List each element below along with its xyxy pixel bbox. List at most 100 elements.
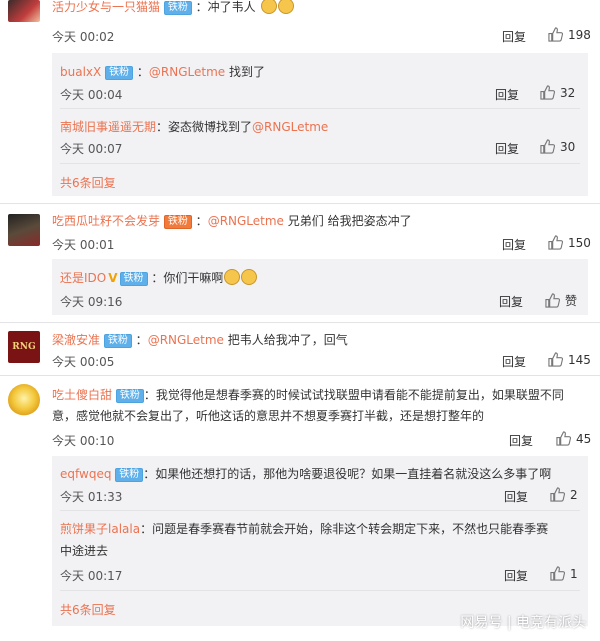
thumb-up-icon bbox=[548, 352, 563, 367]
fan-badge: 铁粉 bbox=[105, 66, 134, 80]
mention-link[interactable]: @RNGLetme bbox=[149, 65, 225, 79]
like-count: 198 bbox=[568, 28, 591, 42]
reply-line: 南城旧事遥遥无期：姿态微博找到了@RNGLetme bbox=[60, 118, 328, 135]
like-button[interactable]: 45 bbox=[556, 431, 591, 446]
reply-button[interactable]: 回复 bbox=[502, 353, 526, 370]
like-button[interactable]: 198 bbox=[548, 27, 591, 42]
reply-button[interactable]: 回复 bbox=[504, 567, 528, 584]
timestamp: 今天 00:10 bbox=[52, 434, 115, 448]
comment-text: ：我觉得他是想春季赛的时候试试找联盟申请看能不能提前复出，如果联盟不同 bbox=[143, 388, 564, 402]
thumb-up-icon bbox=[556, 431, 571, 446]
like-button[interactable]: 145 bbox=[548, 352, 591, 367]
username[interactable]: bualxX bbox=[60, 65, 101, 79]
separator: ： bbox=[135, 333, 148, 347]
like-count: 30 bbox=[560, 140, 576, 154]
comment-text: ：冲了韦人 bbox=[195, 0, 256, 14]
divider bbox=[0, 322, 600, 323]
divider bbox=[0, 203, 600, 204]
comment-line: 梁澈安准 铁粉 ：@RNGLetme 把韦人给我冲了，回气 bbox=[52, 331, 348, 348]
thumb-up-icon bbox=[540, 85, 555, 100]
reply-text: 找到了 bbox=[228, 65, 265, 79]
divider bbox=[60, 510, 580, 511]
avatar[interactable] bbox=[8, 0, 40, 22]
like-count: 150 bbox=[568, 236, 591, 250]
reply-button[interactable]: 回复 bbox=[495, 140, 519, 157]
like-label: 赞 bbox=[565, 294, 578, 308]
comment-text-continued: 意，感觉他就不会复出了，听他这话的意思并不想夏季赛打半截，还是想打整年的 bbox=[52, 409, 485, 423]
reply-body: 煎饼果子lalala：问题是春季赛春节前就会开始，除非这个转会期定下来，不然也只… bbox=[60, 518, 580, 562]
avatar-logo-text: RNG bbox=[12, 342, 36, 352]
mention-link[interactable]: @RNGLetme bbox=[148, 333, 224, 347]
avatar[interactable] bbox=[8, 384, 40, 416]
timestamp: 今天 00:05 bbox=[52, 355, 115, 369]
comment-line: 吃西瓜吐籽不会发芽 铁粉 ：@RNGLetme 兄弟们 给我把姿态冲了 bbox=[52, 212, 412, 229]
fan-badge: 铁粉 bbox=[163, 1, 192, 15]
timestamp: 今天 09:16 bbox=[60, 295, 123, 309]
comment-body: 吃土傻白甜 铁粉 ：我觉得他是想春季赛的时候试试找联盟申请看能不能提前复出，如果联… bbox=[52, 385, 592, 427]
emoji-icon bbox=[224, 269, 241, 285]
thumb-up-icon bbox=[550, 487, 565, 502]
verified-icon: V bbox=[108, 271, 118, 285]
separator: ： bbox=[136, 65, 149, 79]
comment-text: 把韦人给我冲了，回气 bbox=[227, 333, 348, 347]
emoji-icon bbox=[241, 269, 258, 285]
like-count: 45 bbox=[576, 432, 592, 446]
username[interactable]: 吃土傻白甜 bbox=[52, 388, 112, 402]
comment-line: 活力少女与一只猫猫 铁粉 ：冲了韦人 bbox=[52, 0, 294, 15]
username[interactable]: 活力少女与一只猫猫 bbox=[52, 0, 160, 14]
username[interactable]: 吃西瓜吐籽不会发芽 bbox=[52, 214, 160, 228]
like-button[interactable]: 32 bbox=[540, 85, 575, 100]
divider bbox=[60, 108, 580, 109]
username[interactable]: 南城旧事遥遥无期 bbox=[60, 120, 156, 134]
mention-link[interactable]: @RNGLetme bbox=[252, 120, 328, 134]
like-button[interactable]: 赞 bbox=[545, 292, 577, 309]
comment-line: 吃土傻白甜 铁粉 ：我觉得他是想春季赛的时候试试找联盟申请看能不能提前复出，如果联… bbox=[52, 385, 592, 406]
timestamp: 今天 00:02 bbox=[52, 30, 115, 44]
reply-line: 还是IDO V 铁粉 ：你们干嘛啊 bbox=[60, 269, 258, 286]
separator: ： bbox=[195, 214, 208, 228]
timestamp: 今天 00:17 bbox=[60, 569, 123, 583]
timestamp: 今天 00:01 bbox=[52, 238, 115, 252]
username[interactable]: 煎饼果子lalala bbox=[60, 522, 140, 536]
thumb-up-icon bbox=[540, 139, 555, 154]
like-count: 2 bbox=[570, 488, 578, 502]
like-button[interactable]: 150 bbox=[548, 235, 591, 250]
mention-link[interactable]: @RNGLetme bbox=[208, 214, 284, 228]
avatar[interactable] bbox=[8, 214, 40, 246]
like-count: 145 bbox=[568, 353, 591, 367]
reply-line: bualxX 铁粉 ：@RNGLetme 找到了 bbox=[60, 63, 265, 80]
comment-text: 兄弟们 给我把姿态冲了 bbox=[287, 214, 412, 228]
reply-line: eqfwqeq 铁粉 ：如果他还想打的话，那他为啥要退役呢？如果一直挂着名就没这么… bbox=[60, 465, 551, 482]
like-button[interactable]: 30 bbox=[540, 139, 575, 154]
username[interactable]: 梁澈安准 bbox=[52, 333, 100, 347]
reply-text-continued: 中途进去 bbox=[60, 544, 109, 558]
thumb-up-icon bbox=[548, 235, 563, 250]
reply-button[interactable]: 回复 bbox=[502, 236, 526, 253]
fan-badge: 铁粉 bbox=[119, 272, 148, 286]
view-more-replies-link[interactable]: 共6条回复 bbox=[60, 174, 116, 191]
username[interactable]: 还是IDO bbox=[60, 271, 106, 285]
reply-button[interactable]: 回复 bbox=[502, 28, 526, 45]
reply-text: 姿态微博找到了 bbox=[168, 120, 253, 134]
view-more-replies-link[interactable]: 共6条回复 bbox=[60, 601, 116, 618]
emoji-icon bbox=[277, 0, 294, 14]
reply-button[interactable]: 回复 bbox=[504, 488, 528, 505]
divider bbox=[0, 375, 600, 376]
reply-text: ：如果他还想打的话，那他为啥要退役呢？如果一直挂着名就没这么多事了啊 bbox=[143, 467, 552, 481]
like-count: 1 bbox=[570, 567, 578, 581]
like-button[interactable]: 1 bbox=[550, 566, 578, 581]
fan-badge: 铁粉 bbox=[115, 389, 144, 403]
username[interactable]: eqfwqeq bbox=[60, 467, 111, 481]
like-count: 32 bbox=[560, 86, 576, 100]
reply-button[interactable]: 回复 bbox=[499, 293, 523, 310]
like-button[interactable]: 2 bbox=[550, 487, 578, 502]
avatar[interactable]: RNG bbox=[8, 331, 40, 363]
reply-button[interactable]: 回复 bbox=[495, 86, 519, 103]
reply-button[interactable]: 回复 bbox=[509, 432, 533, 449]
watermark: 网易号 | 电竞有派头 bbox=[460, 615, 586, 631]
reply-line: 煎饼果子lalala：问题是春季赛春节前就会开始，除非这个转会期定下来，不然也只… bbox=[60, 518, 580, 540]
thumb-up-icon bbox=[550, 566, 565, 581]
reply-text: ：问题是春季赛春节前就会开始，除非这个转会期定下来，不然也只能春季赛 bbox=[140, 522, 549, 536]
separator: ： bbox=[156, 120, 169, 134]
timestamp: 今天 00:04 bbox=[60, 88, 123, 102]
